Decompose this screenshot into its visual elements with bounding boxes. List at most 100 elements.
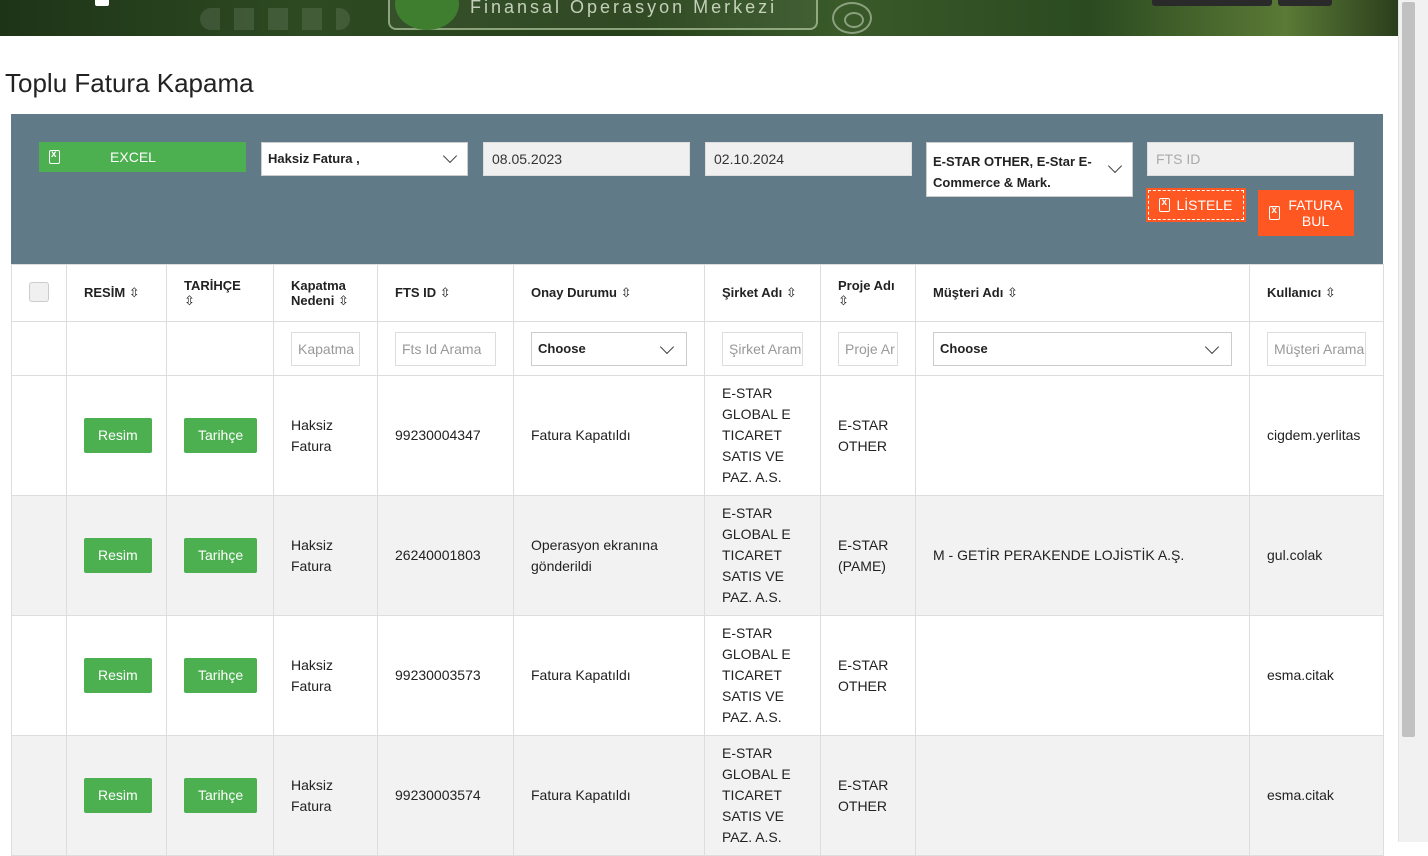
sort-icon[interactable]: ⇳ xyxy=(129,285,140,301)
banner-decoration xyxy=(200,8,350,30)
row-select-cell xyxy=(11,495,67,616)
tarihce-button[interactable]: Tarihçe xyxy=(184,778,258,813)
table-row: Resim Tarihçe Haksiz Fatura 99230004347 Fatu… xyxy=(11,375,1384,496)
select-all-header xyxy=(11,264,67,322)
excel-export-button[interactable]: EXCEL xyxy=(39,142,246,172)
fatura-bul-label-line-1: FATURA xyxy=(1288,197,1343,213)
col-header-label: RESİM xyxy=(84,285,126,300)
col-header-label: Şirket Adı xyxy=(722,285,783,300)
fatura-bul-label: FATURA BUL xyxy=(1288,197,1342,229)
target-icon xyxy=(832,2,872,34)
resim-button[interactable]: Resim xyxy=(84,658,152,693)
table-row: Resim Tarihçe Haksiz Fatura 99230003573 Fatu… xyxy=(11,615,1384,736)
sort-icon[interactable]: ⇳ xyxy=(440,285,451,301)
date-from-input[interactable]: 08.05.2023 xyxy=(483,142,690,176)
cell-onay-durumu: Operasyon ekranına gönderildi xyxy=(513,495,705,616)
col-header-musteri-adi[interactable]: Müşteri Adı ⇳ xyxy=(915,264,1250,322)
col-header-label: Onay Durumu xyxy=(531,285,617,300)
cell-onay-durumu: Fatura Kapatıldı xyxy=(513,615,705,736)
chevron-down-icon xyxy=(1107,158,1123,174)
cell-sirket-adi: E-STAR GLOBAL E TICARET SATIS VE PAZ. A.… xyxy=(704,495,821,616)
header-banner: Finansal Operasyon Merkezi xyxy=(0,0,1398,36)
table-row: Resim Tarihçe Haksiz Fatura 26240001803 Oper… xyxy=(11,495,1384,616)
fatura-bul-button[interactable]: FATURA BUL xyxy=(1258,190,1354,236)
closing-reason-value: Haksiz Fatura , xyxy=(268,151,360,166)
cell-proje-adi: E-STAR OTHER xyxy=(820,735,916,856)
listele-button[interactable]: LİSTELE xyxy=(1146,188,1246,222)
cell-musteri-adi xyxy=(915,735,1250,856)
select-all-checkbox[interactable] xyxy=(29,281,49,302)
date-to-input[interactable]: 02.10.2024 xyxy=(705,142,912,176)
chevron-down-icon xyxy=(1204,339,1220,354)
table-header-row: RESİM ⇳ TARİHÇE ⇳ Kapatma Nedeni ⇳ FTS ID… xyxy=(11,264,1384,322)
col-header-tarihce[interactable]: TARİHÇE ⇳ xyxy=(166,264,274,322)
resim-button[interactable]: Resim xyxy=(84,538,152,573)
kullanici-search-input[interactable]: Müşteri Arama xyxy=(1267,331,1366,366)
cell-sirket-adi: E-STAR GLOBAL E TICARET SATIS VE PAZ. A.… xyxy=(704,615,821,736)
musteri-select[interactable]: Choose xyxy=(933,331,1232,366)
banner-decoration xyxy=(95,0,109,6)
cell-musteri-adi: M - GETİR PERAKENDE LOJİSTİK A.Ş. xyxy=(915,495,1250,616)
filter-cell-empty xyxy=(166,321,274,376)
company-select[interactable]: E-STAR OTHER, E-Star E-Commerce & Mark. xyxy=(926,142,1133,197)
sort-icon[interactable]: ⇳ xyxy=(1325,285,1336,301)
col-header-label: FTS ID xyxy=(395,285,437,300)
table-row: Resim Tarihçe Haksiz Fatura 99230003574 Fatu… xyxy=(11,735,1384,856)
fatura-bul-label-line-2: BUL xyxy=(1301,213,1330,229)
cell-proje-adi: E-STAR OTHER xyxy=(820,375,916,496)
col-header-label: Kullanıcı xyxy=(1267,285,1322,300)
cell-fts-id: 26240001803 xyxy=(377,495,514,616)
kapatma-search-input[interactable]: Kapatma xyxy=(291,331,360,366)
tarihce-button[interactable]: Tarihçe xyxy=(184,538,258,573)
listele-button-label: LİSTELE xyxy=(1176,197,1233,213)
sort-icon[interactable]: ⇳ xyxy=(838,293,849,309)
col-header-kapatma-nedeni[interactable]: Kapatma Nedeni ⇳ xyxy=(273,264,378,322)
filter-cell-empty xyxy=(11,321,67,376)
cell-kapatma-nedeni: Haksiz Fatura xyxy=(273,495,378,616)
closing-reason-select[interactable]: Haksiz Fatura , xyxy=(261,142,468,176)
excel-file-icon xyxy=(1269,205,1281,220)
chevron-down-icon xyxy=(442,148,458,164)
sort-icon[interactable]: ⇳ xyxy=(338,293,349,309)
company-select-value: E-STAR OTHER, E-Star E-Commerce & Mark. xyxy=(933,154,1092,190)
sort-icon[interactable]: ⇳ xyxy=(1007,285,1018,301)
cell-proje-adi: E-STAR (PAME) xyxy=(820,495,916,616)
cell-proje-adi: E-STAR OTHER xyxy=(820,615,916,736)
fts-id-input[interactable]: FTS ID xyxy=(1147,142,1354,176)
col-header-proje-adi[interactable]: Proje Adı ⇳ xyxy=(820,264,916,322)
header-button[interactable] xyxy=(1278,0,1332,6)
sort-icon[interactable]: ⇳ xyxy=(621,285,632,301)
tarihce-button[interactable]: Tarihçe xyxy=(184,658,258,693)
excel-button-label: EXCEL xyxy=(110,149,156,165)
tarihce-button[interactable]: Tarihçe xyxy=(184,418,258,453)
invoice-table: RESİM ⇳ TARİHÇE ⇳ Kapatma Nedeni ⇳ FTS ID… xyxy=(11,264,1384,856)
resim-button[interactable]: Resim xyxy=(84,418,152,453)
cell-kullanici: cigdem.yerlitas xyxy=(1249,375,1384,496)
cell-fts-id: 99230003573 xyxy=(377,615,514,736)
col-header-fts-id[interactable]: FTS ID ⇳ xyxy=(377,264,514,322)
row-select-cell xyxy=(11,735,67,856)
fts-id-search-input[interactable]: Fts Id Arama xyxy=(395,331,496,366)
cell-kullanici: esma.citak xyxy=(1249,615,1384,736)
onay-durumu-select[interactable]: Choose xyxy=(531,331,687,366)
sort-icon[interactable]: ⇳ xyxy=(786,285,797,301)
col-header-onay-durumu[interactable]: Onay Durumu ⇳ xyxy=(513,264,705,322)
cell-fts-id: 99230003574 xyxy=(377,735,514,856)
header-button[interactable] xyxy=(1152,0,1272,6)
excel-file-icon xyxy=(49,149,60,164)
sirket-search-input[interactable]: Şirket Aram xyxy=(722,331,803,366)
cell-sirket-adi: E-STAR GLOBAL E TICARET SATIS VE PAZ. A.… xyxy=(704,375,821,496)
page-scrollbar[interactable] xyxy=(1398,0,1428,842)
resim-button[interactable]: Resim xyxy=(84,778,152,813)
scrollbar-thumb[interactable] xyxy=(1402,2,1415,737)
cell-onay-durumu: Fatura Kapatıldı xyxy=(513,375,705,496)
cell-fts-id: 99230004347 xyxy=(377,375,514,496)
col-header-kullanici[interactable]: Kullanıcı ⇳ xyxy=(1249,264,1384,322)
col-header-sirket-adi[interactable]: Şirket Adı ⇳ xyxy=(704,264,821,322)
cell-musteri-adi xyxy=(915,615,1250,736)
row-select-cell xyxy=(11,615,67,736)
proje-search-input[interactable]: Proje Ar xyxy=(838,331,898,366)
col-header-resim[interactable]: RESİM ⇳ xyxy=(66,264,167,322)
sort-icon[interactable]: ⇳ xyxy=(184,293,195,309)
chevron-down-icon xyxy=(659,339,675,354)
